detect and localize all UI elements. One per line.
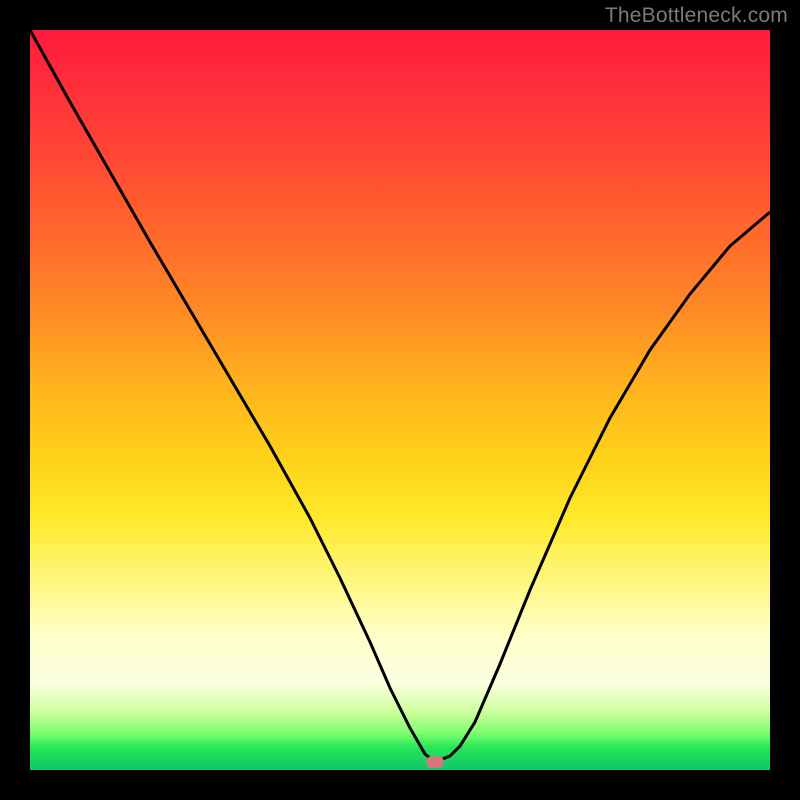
bottleneck-curve-path xyxy=(30,30,770,762)
chart-frame: TheBottleneck.com xyxy=(0,0,800,800)
plot-area xyxy=(30,30,770,770)
curve-svg xyxy=(30,30,770,770)
watermark-text: TheBottleneck.com xyxy=(605,4,788,28)
optimal-point-marker xyxy=(426,756,444,768)
